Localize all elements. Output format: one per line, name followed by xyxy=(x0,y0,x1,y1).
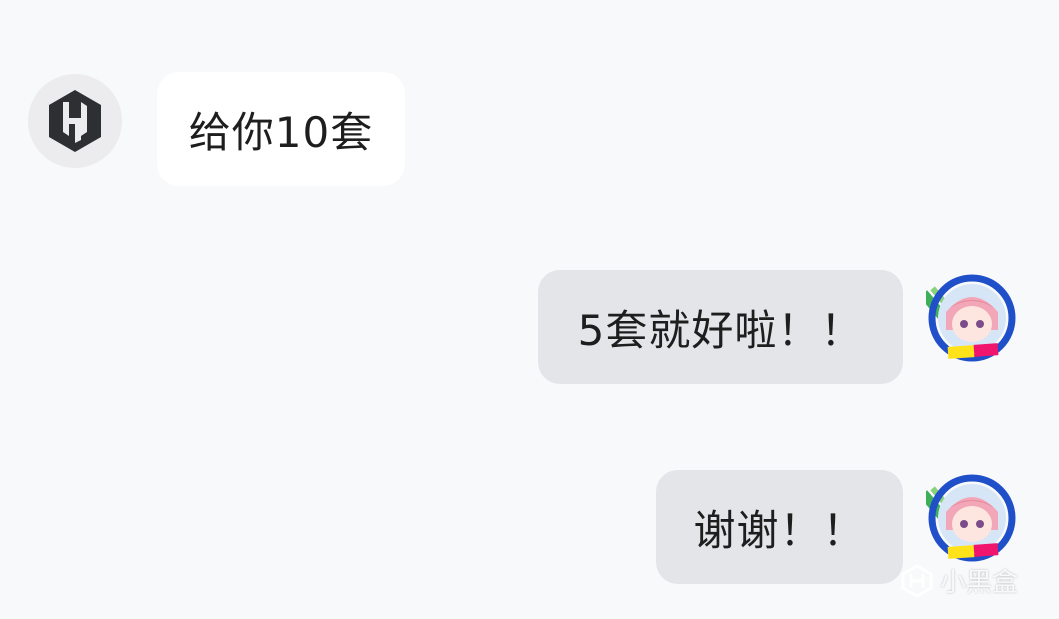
message-text: 5套就好啦！！ xyxy=(577,305,864,355)
chat-area: 给你10套 5套就好啦！！ 谢谢！！ 小黑盒 xyxy=(0,0,1059,619)
heybox-logo-icon xyxy=(901,563,933,598)
bot-avatar[interactable] xyxy=(28,74,122,168)
user-avatar[interactable] xyxy=(919,272,1018,372)
message-bubble-incoming[interactable]: 给你10套 xyxy=(157,72,405,186)
message-bubble-outgoing[interactable]: 谢谢！！ xyxy=(656,470,903,584)
user-avatar[interactable] xyxy=(919,472,1018,572)
anime-girl-avatar-icon xyxy=(919,474,1016,562)
message-text: 谢谢！！ xyxy=(693,505,866,555)
message-bubble-outgoing[interactable]: 5套就好啦！！ xyxy=(538,270,903,384)
anime-girl-avatar-icon xyxy=(919,274,1016,362)
message-text: 给你10套 xyxy=(188,107,374,157)
watermark-text: 小黑盒 xyxy=(940,568,1019,598)
hexagon-logo-icon xyxy=(49,90,101,152)
watermark: 小黑盒 xyxy=(900,562,1018,599)
